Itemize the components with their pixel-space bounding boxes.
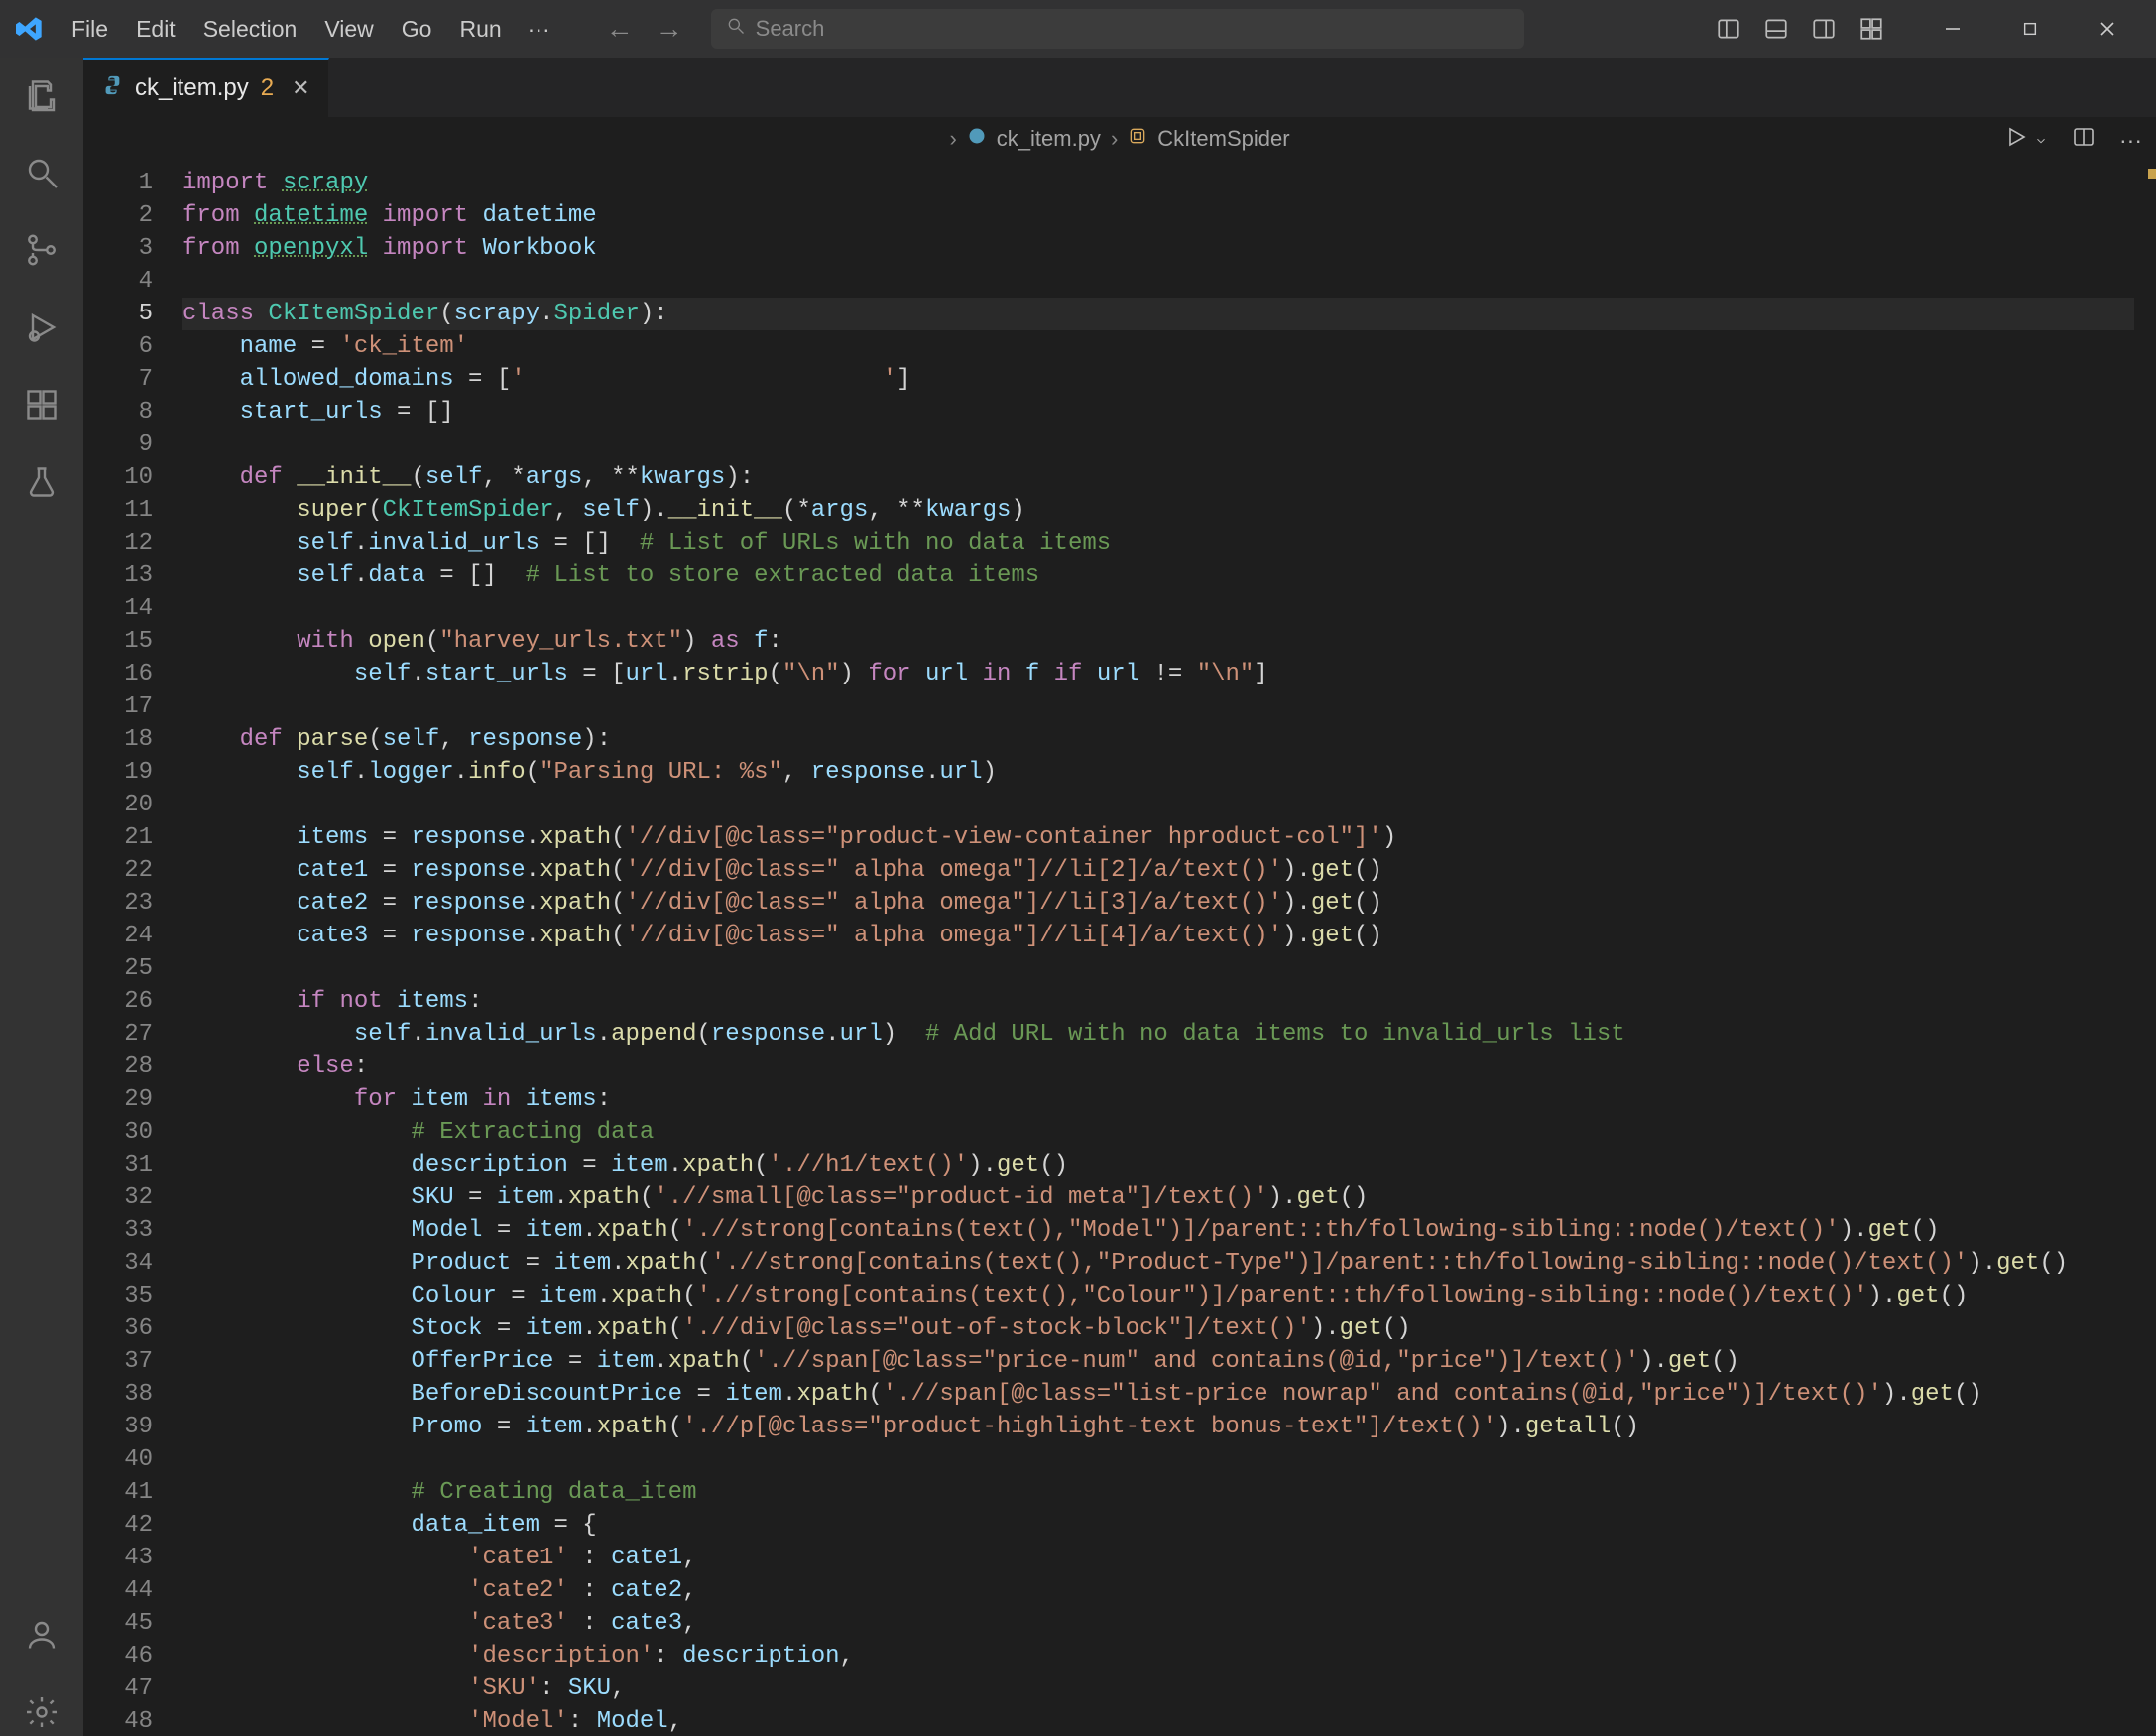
settings-gear-icon[interactable] [18,1688,65,1736]
customize-layout-icon[interactable] [1858,16,1884,42]
menu-view[interactable]: View [310,10,387,49]
window-minimize-icon[interactable] [1914,0,1991,58]
activity-bar [0,58,83,1736]
toggle-secondary-sidebar-icon[interactable] [1811,16,1837,42]
menu-more-icon[interactable]: ··· [516,10,562,49]
window-controls [1914,0,2146,58]
titlebar: File Edit Selection View Go Run ··· ← → … [0,0,2156,58]
line-number-gutter: 1234567891011121314151617181920212223242… [83,161,182,1736]
code-editor[interactable]: 1234567891011121314151617181920212223242… [83,161,2156,1736]
toggle-primary-sidebar-icon[interactable] [1716,16,1741,42]
tab-problem-count: 2 [261,74,274,102]
nav-forward-icon[interactable]: → [656,13,683,45]
editor-area: ck_item.py 2 ✕ ··· › ck_item.py › CkItem… [83,58,2156,1736]
menu-selection[interactable]: Selection [189,10,311,49]
class-symbol-icon [1128,126,1147,152]
menu-run[interactable]: Run [445,10,515,49]
layout-controls [1716,16,1884,42]
tab-row: ck_item.py 2 ✕ [83,58,2156,117]
nav-arrows: ← → [606,13,683,45]
chevron-right-icon: › [949,126,956,152]
vscode-logo-icon [16,15,44,43]
breadcrumb-class[interactable]: CkItemSpider [1157,126,1289,152]
search-placeholder: Search [756,16,825,42]
run-dropdown-chevron-icon[interactable] [2034,127,2048,154]
beaker-icon[interactable] [18,458,65,506]
files-icon[interactable] [18,71,65,119]
menu-edit[interactable]: Edit [122,10,189,49]
python-file-icon [101,74,123,102]
search-icon [726,16,746,42]
tab-close-icon[interactable]: ✕ [292,75,309,101]
search-box[interactable]: Search [711,9,1524,49]
tab-ck-item[interactable]: ck_item.py 2 ✕ [83,58,329,117]
menu-bar: File Edit Selection View Go Run ··· [58,10,562,49]
source-control-icon[interactable] [18,226,65,274]
menu-go[interactable]: Go [388,10,446,49]
split-editor-icon[interactable] [2072,125,2096,155]
breadcrumbs[interactable]: › ck_item.py › CkItemSpider [83,117,2156,161]
breadcrumb-file[interactable]: ck_item.py [997,126,1101,152]
search-icon[interactable] [18,149,65,196]
window-close-icon[interactable] [2069,0,2146,58]
tab-filename: ck_item.py [135,74,249,102]
chevron-right-icon: › [1111,126,1118,152]
more-actions-icon[interactable]: ··· [2119,127,2142,154]
editor-actions: ··· [2004,125,2142,155]
account-icon[interactable] [18,1611,65,1659]
minimap[interactable] [2134,161,2156,1736]
extensions-icon[interactable] [18,381,65,429]
code-content[interactable]: import scrapyfrom datetime import dateti… [182,161,2156,1736]
nav-back-icon[interactable]: ← [606,13,634,45]
toggle-panel-icon[interactable] [1763,16,1789,42]
run-debug-icon[interactable] [18,304,65,351]
menu-file[interactable]: File [58,10,122,49]
python-file-icon [967,126,987,152]
window-maximize-icon[interactable] [1991,0,2069,58]
run-file-icon[interactable] [2004,125,2028,155]
